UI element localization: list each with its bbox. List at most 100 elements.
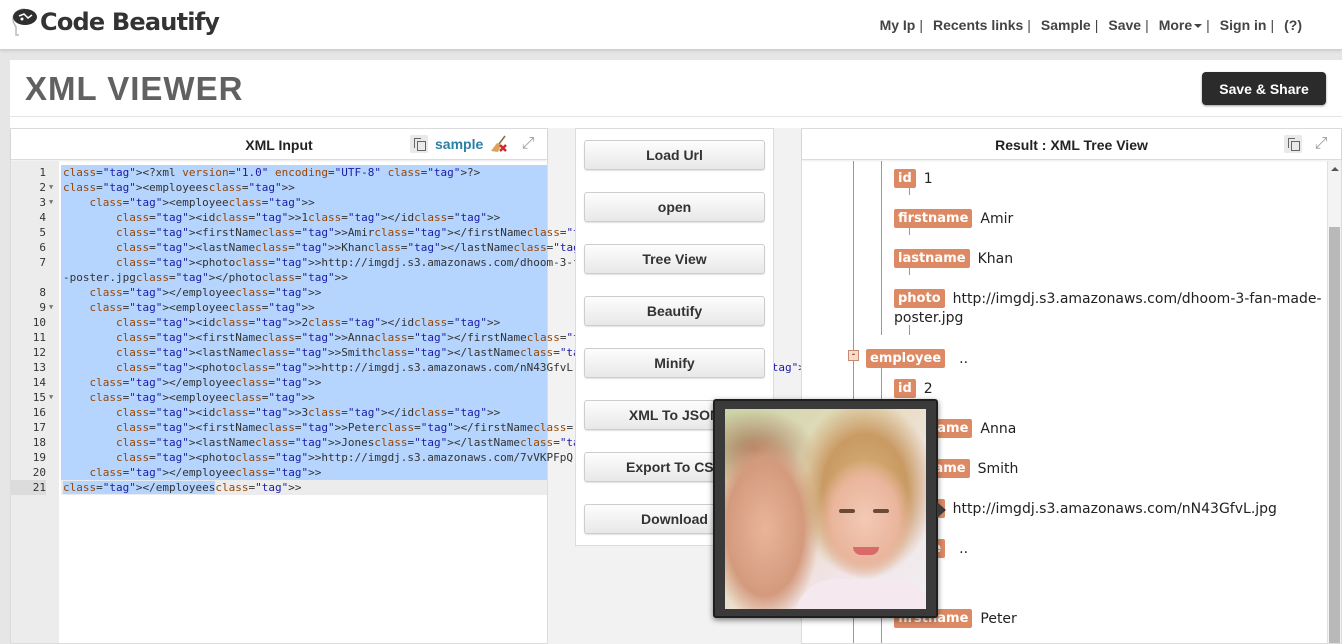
fold-arrow-icon[interactable]: ▼ [49,390,53,405]
scroll-up-arrow-icon[interactable] [1331,167,1339,171]
code-text: class="tag"><photoclass="tag">>http://im… [61,450,811,465]
photo-detail [795,579,926,609]
code-line: 5 class="tag"><firstNameclass="tag">>Ami… [39,225,613,240]
main-card: XML VIEWER Save & Share XML Input sample… [10,60,1342,644]
line-number: 11 [32,331,46,344]
line-number: 16 [32,406,46,419]
code-line: 7 class="tag"><photoclass="tag">>http://… [39,255,626,270]
code-line: 18 class="tag"><lastNameclass="tag">>Jon… [33,435,606,450]
brain-head-icon [12,8,37,36]
xml-code-editor[interactable]: 1 class="tag"><?xml version="1.0" encodin… [11,161,811,643]
code-line: 17 class="tag"><firstNameclass="tag">>Pe… [33,420,619,435]
top-nav: My Ip | Recents links | Sample | Save | More… [870,17,1302,33]
code-line: 12 class="tag"><lastNameclass="tag">>Smi… [33,345,606,360]
tree-node: id 2 [894,379,933,398]
nav-sign-in[interactable]: Sign in | [1220,17,1274,33]
code-text: class="tag"><employeesclass="tag">> [61,180,547,195]
line-number: 8 [39,286,46,299]
line-number: 6 [39,241,46,254]
code-text: class="tag"><lastNameclass="tag">>Khancl… [61,240,600,255]
fullscreen-icon[interactable]: ⤢ [519,135,537,153]
node-label[interactable]: id [894,169,916,188]
code-line: 19 class="tag"><photoclass="tag">>http:/… [33,450,811,465]
code-line: 9 ▼ class="tag"><employeeclass="tag">> [39,300,547,315]
top-bar: Code Beautify My Ip | Recents links | Samp… [0,0,1342,50]
nav-separator: | [1270,17,1275,33]
line-number: 4 [39,211,46,224]
nav-my-ip[interactable]: My Ip | [880,17,923,33]
minify-button[interactable]: Minify [584,348,765,378]
code-text: class="tag"><employeeclass="tag">> [61,300,547,315]
node-value: Anna [980,420,1017,437]
tree-node: photo http://imgdj.s3.amazonaws.com/dhoo… [894,289,1322,308]
collapse-toggle-icon[interactable]: - [848,350,859,361]
caret-down-icon [1194,24,1203,29]
tree-node: firstname Amir [894,209,1013,228]
nav-recents-links[interactable]: Recents links | [933,17,1031,33]
code-lines: 1 class="tag"><?xml version="1.0" encodin… [11,165,811,495]
tree-node: photo http://imgdj.s3.amazonaws.com/nN43… [894,499,1277,518]
code-text: class="tag"></employeeclass="tag">> [61,285,547,300]
code-line: -poster.jpgclass="tag"></photoclass="tag… [61,270,547,285]
load-url-button[interactable]: Load Url [584,140,765,170]
photo-detail [873,509,889,513]
line-number: 9 [39,301,46,314]
nav-separator: | [1206,17,1210,33]
node-value: .. [959,540,969,557]
code-text: class="tag"><idclass="tag">>2class="tag"… [61,315,547,330]
node-value: Smith [977,460,1019,477]
brand-logo[interactable]: Code Beautify [10,6,220,38]
code-line: 1 class="tag"><?xml version="1.0" encodin… [39,165,547,180]
tree-connector [909,325,910,335]
node-label[interactable]: employee [866,349,946,368]
node-value: Amir [980,210,1014,227]
result-panel-header: Result : XML Tree View ⤢ [802,129,1341,160]
code-text: class="tag"><?xml version="1.0" encoding… [61,165,547,180]
copy-icon[interactable] [410,135,428,153]
code-text: class="tag"><photoclass="tag">>http://im… [61,360,811,375]
node-label[interactable]: firstname [894,209,973,228]
nav-more-dropdown[interactable]: More | [1159,17,1210,33]
node-label[interactable]: lastname [894,249,970,268]
fold-arrow-icon[interactable]: ▼ [49,300,53,315]
save-share-button[interactable]: Save & Share [1202,72,1326,105]
fold-arrow-icon[interactable]: ▼ [49,180,53,195]
copy-icon[interactable] [1284,135,1302,153]
node-label[interactable]: photo [894,289,945,308]
line-number: 1 [39,166,46,179]
open-button[interactable]: open [584,192,765,222]
tree-node: employee .. [866,349,968,368]
line-number: 14 [32,376,46,389]
code-text: class="tag"><firstNameclass="tag">>Peter… [61,420,619,435]
code-line: 2 ▼ class="tag"><employeesclass="tag">> [39,180,547,195]
code-line: 15 ▼ class="tag"><employeeclass="tag">> [33,390,547,405]
code-line: 6 class="tag"><lastNameclass="tag">>Khan… [39,240,600,255]
nav-separator: | [1094,17,1099,33]
tree-scrollbar[interactable] [1327,161,1341,643]
beautify-button[interactable]: Beautify [584,296,765,326]
clear-broom-icon[interactable] [489,135,509,153]
nav-sample[interactable]: Sample | [1041,17,1098,33]
divider [10,116,1342,117]
node-label[interactable]: id [894,379,916,398]
sample-link[interactable]: sample [435,136,483,152]
page-title: XML VIEWER [25,70,244,107]
result-panel-title: Result : XML Tree View [995,137,1148,153]
code-line: 10 class="tag"><idclass="tag">>2class="t… [33,315,547,330]
scrollbar-thumb[interactable] [1329,227,1340,643]
nav-label: Sample [1040,17,1091,33]
fold-arrow-icon[interactable]: ▼ [49,195,53,210]
code-line: 13 class="tag"><photoclass="tag">>http:/… [33,360,811,375]
node-value: Peter [980,610,1017,627]
code-text: class="tag"></employeeclass="tag">> [61,465,547,480]
nav-label: More [1158,17,1193,33]
nav-save[interactable]: Save | [1108,17,1148,33]
line-number: 12 [32,346,46,359]
line-number: 18 [32,436,46,449]
tree-view-button[interactable]: Tree View [584,244,765,274]
fullscreen-icon[interactable]: ⤢ [1312,135,1330,153]
nav-help[interactable]: (?) [1284,17,1302,33]
code-line: 21 class="tag"></employeesclass="tag">> [11,480,547,495]
code-text: class="tag"><idclass="tag">>1class="tag"… [61,210,547,225]
code-line: 20 class="tag"></employeeclass="tag">> [33,465,547,480]
